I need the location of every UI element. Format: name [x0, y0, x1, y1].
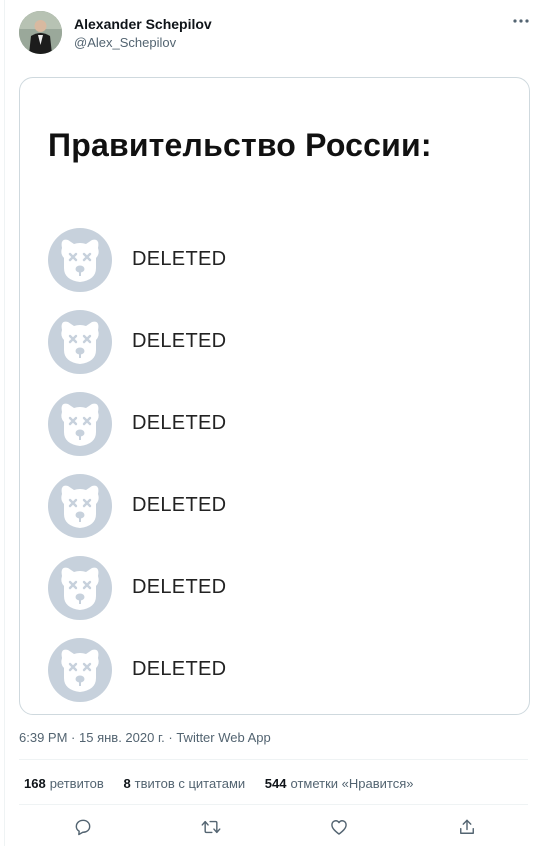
- quotes-label: твитов с цитатами: [134, 776, 246, 791]
- more-icon: [513, 19, 529, 23]
- tweet-media-image[interactable]: Правительство России: DELETED DELETED DELE…: [19, 77, 530, 715]
- share-button[interactable]: [455, 815, 479, 839]
- deleted-dog-avatar-icon: [48, 556, 112, 620]
- share-icon: [460, 819, 474, 834]
- deleted-dog-avatar-icon: [48, 392, 112, 456]
- quotes-count: 8: [123, 776, 131, 791]
- tweet-source[interactable]: Twitter Web App: [176, 730, 270, 745]
- reply-button[interactable]: [71, 815, 95, 839]
- divider: [19, 804, 528, 805]
- retweets-count: 168: [24, 776, 46, 791]
- like-button[interactable]: [327, 815, 351, 839]
- deleted-dog-avatar-icon: [48, 310, 112, 374]
- deleted-dog-avatar-icon: [48, 228, 112, 292]
- tweet: Alexander Schepilov @Alex_Schepilov Прав…: [0, 0, 547, 846]
- meta-separator: ·: [168, 730, 173, 745]
- tweet-stats: 168 ретвитов 8 твитов с цитатами 544 отметк…: [24, 776, 429, 791]
- timeline-border: [4, 0, 5, 846]
- retweets-stat[interactable]: 168 ретвитов: [24, 776, 104, 791]
- member-label: DELETED: [132, 412, 227, 434]
- member-row: DELETED: [48, 310, 448, 376]
- tweet-timestamp[interactable]: 6:39 PM · 15 янв. 2020 г. · Twitter Web …: [19, 730, 271, 745]
- more-options-button[interactable]: [508, 12, 534, 30]
- member-row: DELETED: [48, 392, 448, 458]
- author-name[interactable]: Alexander Schepilov: [74, 16, 212, 32]
- likes-stat[interactable]: 544 отметки «Нравится»: [265, 776, 414, 791]
- member-label: DELETED: [132, 330, 227, 352]
- tweet-date[interactable]: 15 янв. 2020 г.: [79, 730, 165, 745]
- retweets-label: ретвитов: [49, 776, 104, 791]
- retweet-icon: [201, 820, 221, 834]
- member-label: DELETED: [132, 248, 227, 270]
- likes-label: отметки «Нравится»: [290, 776, 414, 791]
- tweet-time[interactable]: 6:39 PM: [19, 730, 67, 745]
- member-label: DELETED: [132, 494, 227, 516]
- retweet-button[interactable]: [199, 815, 223, 839]
- quotes-stat[interactable]: 8 твитов с цитатами: [123, 776, 245, 791]
- member-label: DELETED: [132, 576, 227, 598]
- member-row: DELETED: [48, 638, 448, 704]
- deleted-dog-avatar-icon: [48, 474, 112, 538]
- member-row: DELETED: [48, 228, 448, 294]
- member-label: DELETED: [132, 658, 227, 680]
- reply-icon: [75, 819, 91, 836]
- like-icon: [331, 820, 347, 835]
- author-avatar[interactable]: [19, 11, 62, 54]
- meta-separator: ·: [71, 730, 76, 745]
- media-title: Правительство России:: [48, 127, 432, 163]
- member-row: DELETED: [48, 474, 448, 540]
- author-handle[interactable]: @Alex_Schepilov: [74, 35, 176, 50]
- deleted-dog-avatar-icon: [48, 638, 112, 702]
- divider: [19, 759, 528, 760]
- likes-count: 544: [264, 776, 287, 791]
- tweet-actions: [19, 812, 528, 842]
- member-row: DELETED: [48, 556, 448, 622]
